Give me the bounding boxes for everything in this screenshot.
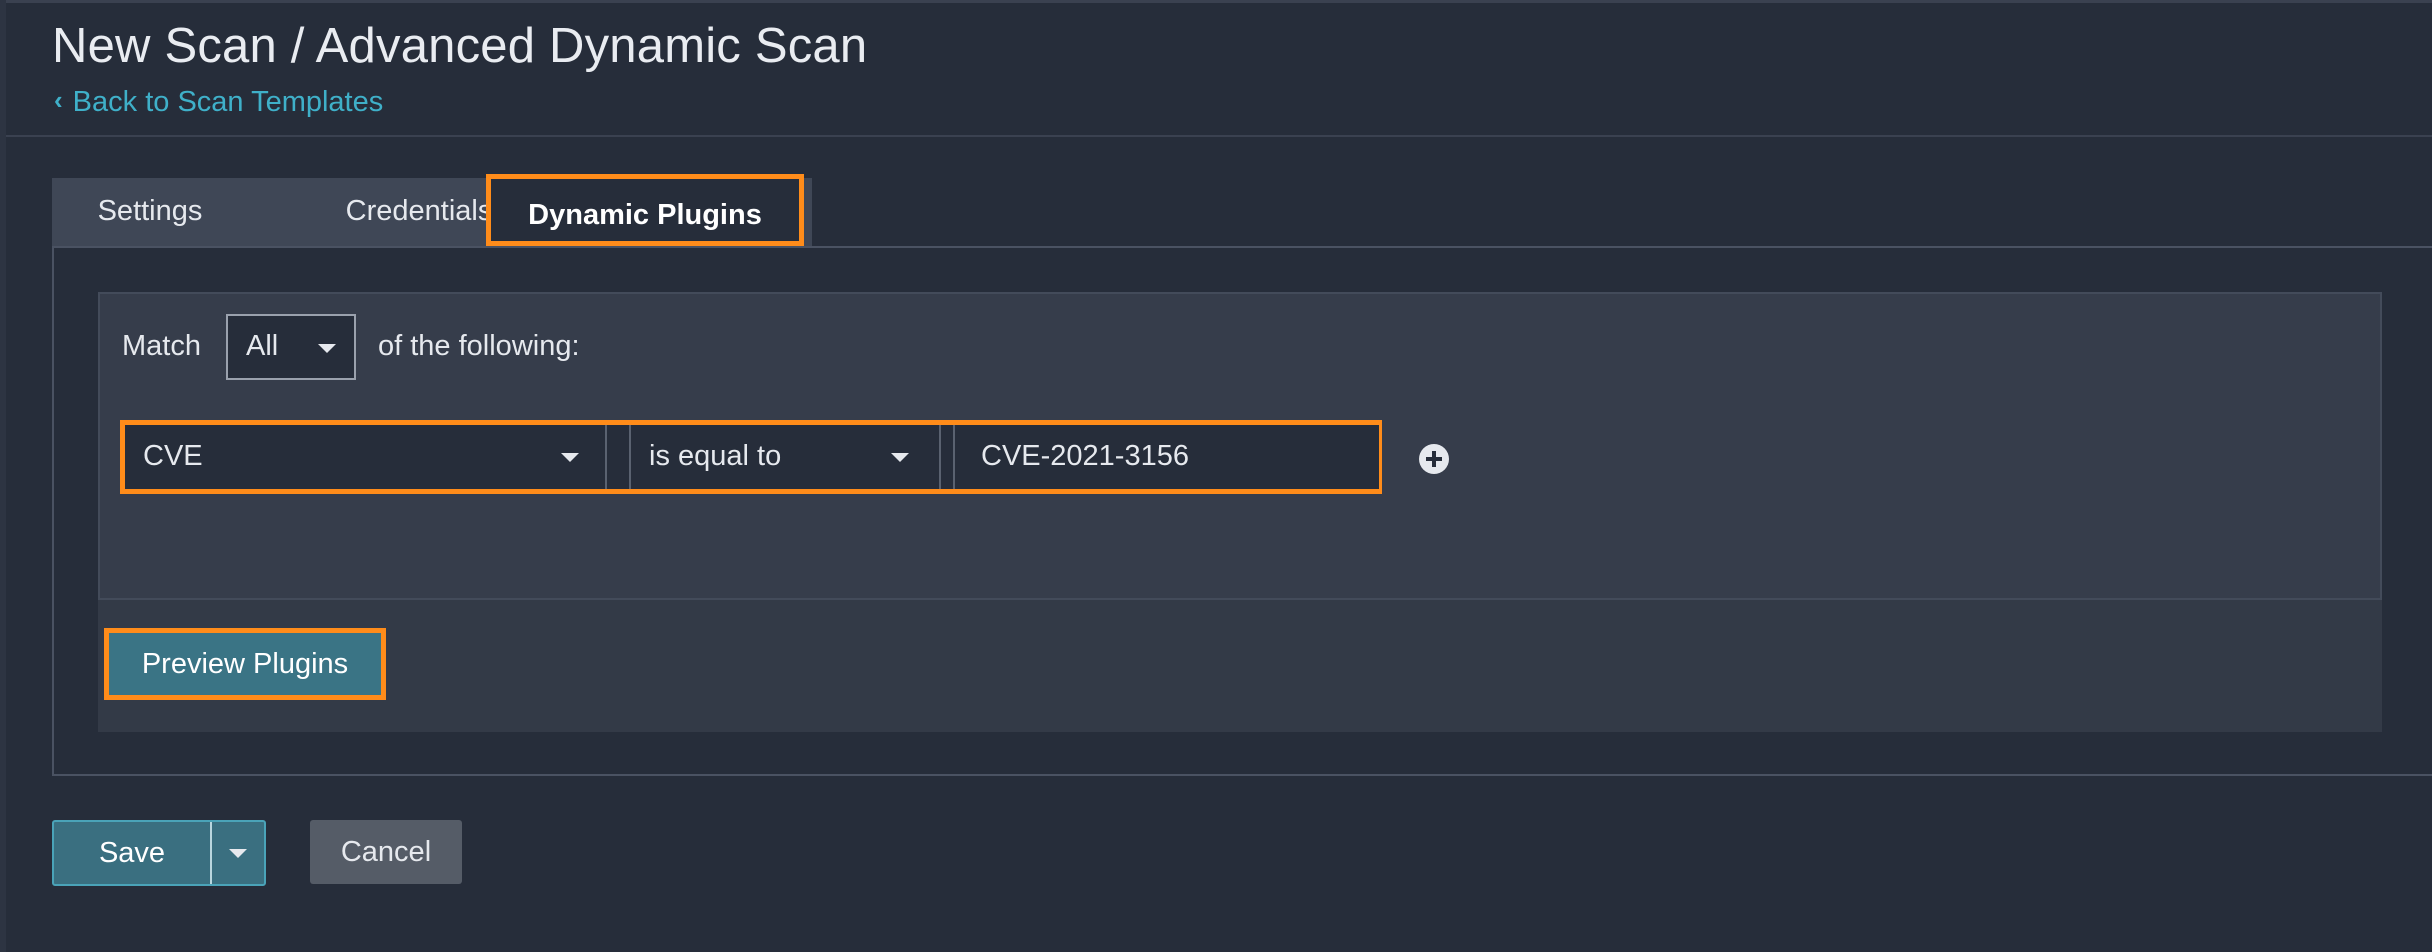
cancel-button[interactable]: Cancel <box>310 820 462 884</box>
save-button-group: Save <box>52 820 266 886</box>
tab-settings[interactable]: Settings <box>52 178 248 247</box>
header-divider <box>6 135 2432 137</box>
filter-value-input[interactable]: CVE-2021-3156 <box>953 425 1379 489</box>
back-to-scan-templates-link[interactable]: ‹ Back to Scan Templates <box>54 85 384 119</box>
caret-down-icon <box>561 453 579 462</box>
top-border <box>0 0 2432 3</box>
page: New Scan / Advanced Dynamic Scan ‹ Back … <box>0 0 2432 952</box>
tab-bar: Settings Credentials Dynamic Plugins <box>52 174 812 247</box>
caret-down-icon <box>229 849 247 858</box>
filter-operator-select[interactable]: is equal to <box>629 425 941 489</box>
match-select[interactable]: All <box>226 314 356 380</box>
filter-value-text: CVE-2021-3156 <box>981 440 1189 472</box>
chevron-left-icon: ‹ <box>54 85 63 115</box>
match-select-value: All <box>246 330 279 362</box>
filter-row: CVE is equal to CVE-2021-3156 <box>120 420 1382 494</box>
filter-rules-footer <box>98 600 2382 732</box>
save-button[interactable]: Save <box>54 822 212 884</box>
caret-down-icon <box>318 344 336 353</box>
save-options-dropdown[interactable] <box>212 822 264 884</box>
match-suffix-label: of the following: <box>378 330 580 362</box>
back-link-label: Back to Scan Templates <box>72 86 384 118</box>
filter-operator-value: is equal to <box>649 440 782 472</box>
plus-circle-icon[interactable] <box>1419 444 1449 474</box>
filter-field-select[interactable]: CVE <box>125 425 607 489</box>
left-border <box>0 0 6 952</box>
filter-field-value: CVE <box>143 440 203 472</box>
preview-plugins-button[interactable]: Preview Plugins <box>104 628 386 700</box>
tab-dynamic-plugins[interactable]: Dynamic Plugins <box>486 174 804 246</box>
caret-down-icon <box>891 453 909 462</box>
match-label: Match <box>122 330 201 362</box>
page-title: New Scan / Advanced Dynamic Scan <box>52 19 868 73</box>
